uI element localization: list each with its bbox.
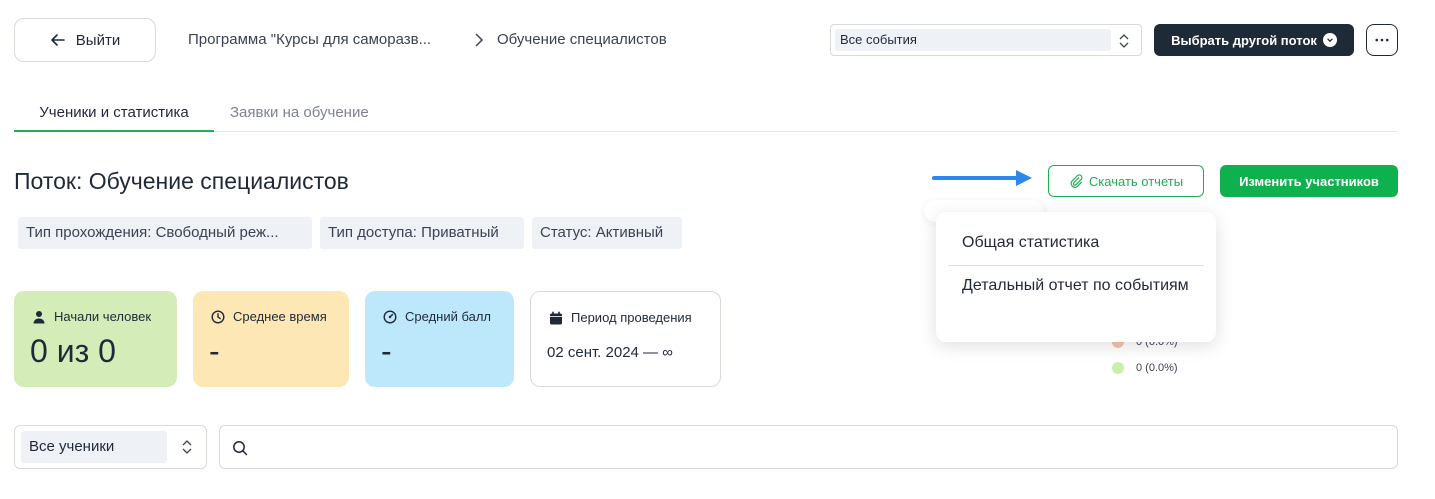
- chevron-right-icon: [475, 33, 484, 47]
- arrow-right-icon: [932, 170, 1032, 186]
- breadcrumb-program[interactable]: Программа "Курсы для саморазв...: [188, 31, 431, 48]
- more-options-button[interactable]: [1366, 24, 1398, 56]
- change-participants-button[interactable]: Изменить участников: [1220, 165, 1398, 197]
- speedometer-icon: [383, 309, 397, 324]
- download-reports-button[interactable]: Скачать отчеты: [1048, 165, 1204, 197]
- tab-applications[interactable]: Заявки на обучение: [230, 96, 369, 132]
- students-select[interactable]: Все ученики: [14, 425, 207, 469]
- students-select-value: Все ученики: [21, 431, 167, 463]
- select-arrows-icon: [1119, 34, 1129, 48]
- card-avg-time-label: Среднее время: [233, 309, 327, 324]
- legend-text: 0 (0.0%): [1136, 362, 1178, 374]
- search-box: [219, 425, 1398, 469]
- card-avg-score: Средний балл -: [365, 291, 514, 387]
- paperclip-icon: [1070, 174, 1083, 188]
- menu-item-detailed-report[interactable]: Детальный отчет по событиям: [962, 274, 1192, 298]
- card-avg-time-value: -: [209, 333, 220, 369]
- download-reports-menu: Общая статистика Детальный отчет по собы…: [936, 212, 1216, 342]
- chip-access-type: Тип доступа: Приватный: [320, 217, 524, 249]
- card-period-label: Период проведения: [571, 310, 692, 325]
- chip-pass-type: Тип прохождения: Свободный реж...: [18, 217, 312, 249]
- user-icon: [33, 310, 45, 323]
- chevron-down-icon: [1322, 33, 1337, 47]
- back-button-label: Выйти: [75, 31, 121, 49]
- tab-students-stats[interactable]: Ученики и статистика: [14, 96, 214, 132]
- breadcrumb-stream: Обучение специалистов: [497, 31, 667, 48]
- choose-stream-label: Выбрать другой поток: [1171, 32, 1317, 48]
- menu-item-general-stats[interactable]: Общая статистика: [962, 234, 1099, 252]
- card-avg-time: Среднее время -: [193, 291, 349, 387]
- tabs-divider: [14, 131, 1398, 132]
- card-avg-score-value: -: [381, 333, 392, 369]
- card-period: Период проведения 02 сент. 2024 — ∞: [530, 291, 721, 387]
- events-select[interactable]: Все события: [830, 24, 1142, 56]
- card-started-value: 0 из 0: [30, 333, 116, 369]
- search-icon: [233, 441, 248, 456]
- page-title: Поток: Обучение специалистов: [14, 168, 349, 194]
- legend-dot: [1112, 362, 1124, 374]
- calendar-icon: [550, 311, 562, 324]
- card-started: Начали человек 0 из 0: [14, 291, 177, 387]
- chip-status: Статус: Активный: [532, 217, 682, 249]
- card-period-value: 02 сент. 2024 — ∞: [547, 344, 673, 361]
- menu-divider: [948, 265, 1204, 266]
- choose-stream-button[interactable]: Выбрать другой поток: [1154, 24, 1354, 56]
- select-arrows-icon: [182, 440, 192, 454]
- card-avg-score-label: Средний балл: [405, 309, 492, 324]
- arrow-left-icon: [50, 34, 65, 46]
- events-select-value: Все события: [835, 29, 1111, 51]
- more-dots-icon: [1375, 38, 1389, 42]
- search-input[interactable]: [256, 434, 1376, 462]
- download-reports-label: Скачать отчеты: [1088, 173, 1184, 189]
- card-started-label: Начали человек: [54, 309, 152, 324]
- clock-icon: [211, 309, 225, 324]
- back-button[interactable]: Выйти: [14, 18, 156, 62]
